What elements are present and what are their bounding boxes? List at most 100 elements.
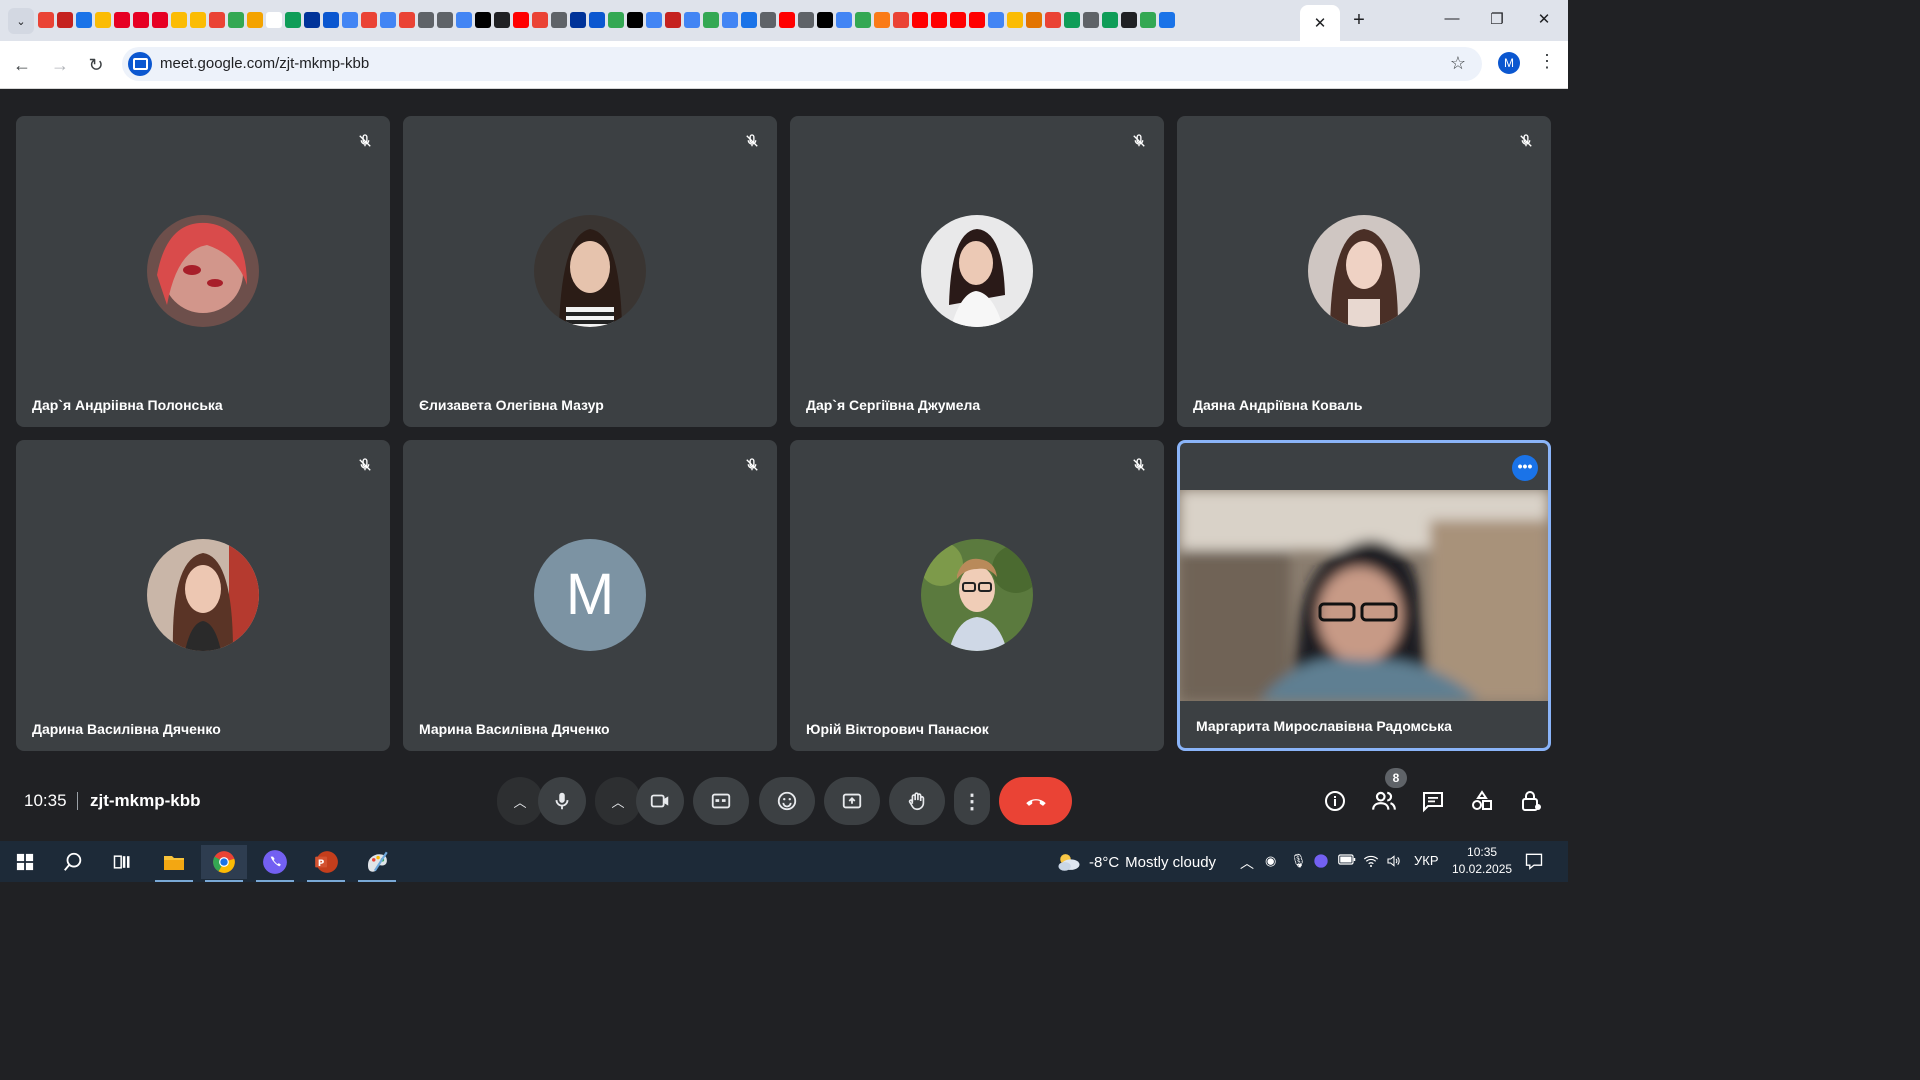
- active-tab[interactable]: ✕: [1300, 5, 1340, 41]
- camera-button[interactable]: [636, 777, 684, 825]
- battery-icon[interactable]: [1338, 853, 1356, 869]
- more-options-icon[interactable]: ⋮: [954, 777, 990, 825]
- tab-favicon[interactable]: [741, 12, 757, 28]
- close-tab-icon[interactable]: ✕: [1314, 14, 1327, 32]
- tab-favicon[interactable]: [627, 12, 643, 28]
- tab-favicon[interactable]: [38, 12, 54, 28]
- tab-favicon[interactable]: [855, 12, 871, 28]
- tab-favicon[interactable]: [779, 12, 795, 28]
- tab-favicon[interactable]: [608, 12, 624, 28]
- tab-favicon[interactable]: [760, 12, 776, 28]
- tab-favicon[interactable]: [114, 12, 130, 28]
- close-window-button[interactable]: ✕: [1524, 10, 1564, 30]
- tab-favicon[interactable]: [304, 12, 320, 28]
- wifi-icon[interactable]: [1363, 853, 1379, 872]
- tab-favicon[interactable]: [456, 12, 472, 28]
- address-bar[interactable]: meet.google.com/zjt-mkmp-kbb ☆: [122, 47, 1482, 81]
- tab-favicon[interactable]: [969, 12, 985, 28]
- tab-favicon[interactable]: [323, 12, 339, 28]
- microphone-button[interactable]: [538, 777, 586, 825]
- tab-favicon[interactable]: [380, 12, 396, 28]
- search-icon[interactable]: [50, 845, 96, 879]
- tab-favicon[interactable]: [893, 12, 909, 28]
- powerpoint-icon[interactable]: P: [303, 845, 349, 882]
- tab-favicon[interactable]: [798, 12, 814, 28]
- url-text[interactable]: meet.google.com/zjt-mkmp-kbb: [160, 55, 369, 72]
- meeting-info-icon[interactable]: [1321, 787, 1349, 815]
- back-icon[interactable]: ←: [10, 53, 34, 77]
- present-screen-button[interactable]: [824, 777, 880, 825]
- participant-tile[interactable]: Дар`я Сергіївна Джумела: [790, 116, 1164, 427]
- tab-favicon[interactable]: [437, 12, 453, 28]
- tab-favicon[interactable]: [342, 12, 358, 28]
- tab-favicon[interactable]: [836, 12, 852, 28]
- weather-widget[interactable]: -8°C Mostly cloudy: [1055, 851, 1216, 873]
- chrome-icon[interactable]: [201, 845, 247, 882]
- tab-favicon[interactable]: [551, 12, 567, 28]
- reload-icon[interactable]: ↻: [84, 53, 108, 77]
- tab-favicon[interactable]: [228, 12, 244, 28]
- tab-favicon[interactable]: [513, 12, 529, 28]
- tab-favicon[interactable]: [1064, 12, 1080, 28]
- tab-favicon[interactable]: [988, 12, 1004, 28]
- tab-favicon[interactable]: [209, 12, 225, 28]
- tab-favicon[interactable]: [133, 12, 149, 28]
- tab-favicon[interactable]: [1083, 12, 1099, 28]
- tab-favicon[interactable]: [589, 12, 605, 28]
- new-tab-button[interactable]: +: [1348, 10, 1370, 32]
- participant-tile[interactable]: Дар`я Андріівна Полонська: [16, 116, 390, 427]
- tab-favicon[interactable]: [665, 12, 681, 28]
- tab-favicon[interactable]: [1121, 12, 1137, 28]
- tab-favicon[interactable]: [931, 12, 947, 28]
- tab-favicon[interactable]: [532, 12, 548, 28]
- video-options-button[interactable]: ︿: [595, 777, 641, 825]
- tab-favicon[interactable]: [817, 12, 833, 28]
- system-clock[interactable]: 10:35 10.02.2025: [1452, 844, 1512, 878]
- tab-favicon[interactable]: [912, 12, 928, 28]
- viber-icon[interactable]: [252, 845, 298, 882]
- volume-icon[interactable]: [1386, 853, 1402, 872]
- show-hidden-icons[interactable]: ︿: [1240, 853, 1254, 873]
- tab-favicon[interactable]: [684, 12, 700, 28]
- leave-call-button[interactable]: [999, 777, 1072, 825]
- tab-favicon[interactable]: [1045, 12, 1061, 28]
- viber-tray-icon[interactable]: [1313, 853, 1329, 872]
- tab-favicon[interactable]: [57, 12, 73, 28]
- tab-favicon[interactable]: [1140, 12, 1156, 28]
- participant-tile[interactable]: M Марина Василівна Дяченко: [403, 440, 777, 751]
- browser-menu-icon[interactable]: ⋮: [1538, 51, 1556, 72]
- tab-favicon[interactable]: [950, 12, 966, 28]
- participant-tile[interactable]: Юрій Вікторович Панасюк: [790, 440, 1164, 751]
- audio-options-button[interactable]: ︿: [497, 777, 543, 825]
- record-icon[interactable]: ◉: [1265, 853, 1276, 869]
- tab-favicon[interactable]: [95, 12, 111, 28]
- more-options-button[interactable]: •••: [1512, 455, 1538, 481]
- file-explorer-icon[interactable]: [151, 845, 197, 882]
- meet-site-icon[interactable]: [128, 52, 152, 76]
- maximize-button[interactable]: ❐: [1477, 10, 1517, 30]
- microphone-tray-icon[interactable]: 🎙︎: [1290, 853, 1307, 869]
- raise-hand-button[interactable]: [889, 777, 945, 825]
- tab-favicon[interactable]: [703, 12, 719, 28]
- tab-favicon[interactable]: [1159, 12, 1175, 28]
- bookmark-star-icon[interactable]: ☆: [1450, 53, 1466, 74]
- tab-favicon[interactable]: [570, 12, 586, 28]
- tab-favicon[interactable]: [190, 12, 206, 28]
- participant-tile-self[interactable]: ••• Маргарита Мирославівна Радомська: [1177, 440, 1551, 751]
- tab-favicon[interactable]: [722, 12, 738, 28]
- input-language[interactable]: УКР: [1414, 853, 1439, 868]
- tab-favicon[interactable]: [1102, 12, 1118, 28]
- minimize-button[interactable]: —: [1432, 10, 1472, 30]
- tab-favicon[interactable]: [1007, 12, 1023, 28]
- tab-search-button[interactable]: ⌄: [8, 8, 34, 34]
- tab-favicon[interactable]: [76, 12, 92, 28]
- tab-favicon[interactable]: [247, 12, 263, 28]
- tab-favicon[interactable]: [399, 12, 415, 28]
- profile-avatar[interactable]: M: [1498, 52, 1520, 74]
- participant-tile[interactable]: Єлизавета Олегівна Мазур: [403, 116, 777, 427]
- tab-favicon[interactable]: [1026, 12, 1042, 28]
- chat-icon[interactable]: [1419, 787, 1447, 815]
- task-view-icon[interactable]: [99, 845, 145, 879]
- tab-favicon[interactable]: [171, 12, 187, 28]
- participant-tile[interactable]: Дарина Василівна Дяченко: [16, 440, 390, 751]
